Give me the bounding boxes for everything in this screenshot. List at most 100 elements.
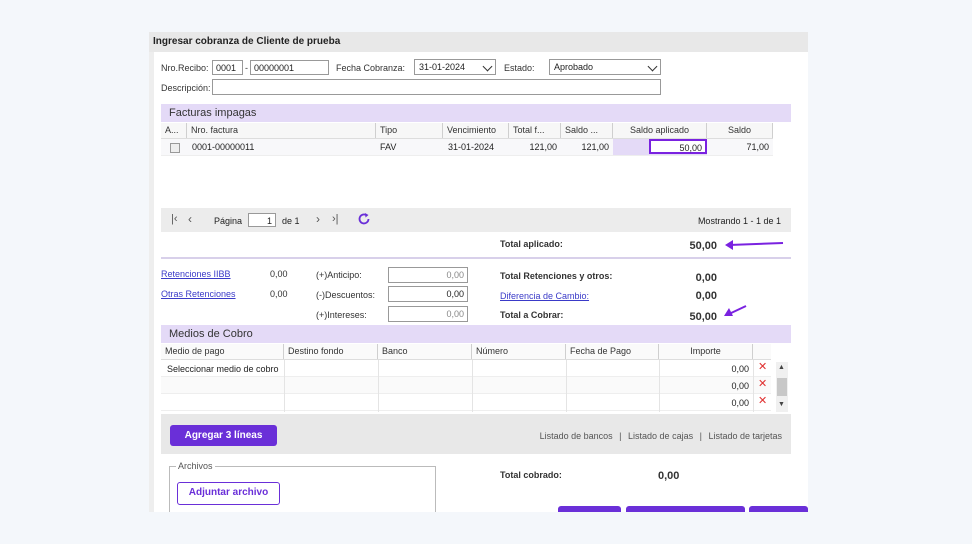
listado-cajas-link[interactable]: Listado de cajas <box>628 431 693 441</box>
delete-row-icon[interactable]: ✕ <box>758 362 767 373</box>
col-header-banco[interactable]: Banco <box>378 344 472 359</box>
fecha-cobranza-select[interactable]: 31-01-2024 <box>414 59 496 75</box>
col-header-numero[interactable]: Número <box>472 344 566 359</box>
prev-page-icon[interactable]: ‹ <box>188 212 192 226</box>
column-line <box>566 360 567 412</box>
chevron-down-icon <box>647 61 658 72</box>
showing-count: Mostrando 1 - 1 de 1 <box>697 216 781 226</box>
cell-saldo-prev: 121,00 <box>581 142 609 152</box>
archivos-legend: Archivos <box>176 461 215 471</box>
row-checkbox[interactable] <box>170 143 180 153</box>
adjuntar-archivo-button[interactable]: Adjuntar archivo <box>177 482 280 505</box>
descuentos-label: (-)Descuentos: <box>316 290 376 300</box>
listado-tarjetas-link[interactable]: Listado de tarjetas <box>708 431 782 441</box>
diferencia-cambio-value: 0,00 <box>695 290 717 302</box>
total-retenciones-value: 0,00 <box>695 272 717 284</box>
total-cobrado-label: Total cobrado: <box>500 470 562 480</box>
fecha-cobranza-value: 31-01-2024 <box>419 62 466 72</box>
saldo-aplicado-input[interactable]: 50,00 <box>649 139 707 154</box>
intereses-label: (+)Intereses: <box>316 310 367 320</box>
cell-tipo: FAV <box>380 142 397 152</box>
cell-importe: 0,00 <box>731 398 749 408</box>
col-header-saldo[interactable]: Saldo <box>707 123 773 138</box>
scroll-down-icon[interactable]: ▼ <box>778 401 785 408</box>
agregar-lineas-button[interactable]: Agregar 3 líneas <box>170 425 277 446</box>
anticipo-label: (+)Anticipo: <box>316 270 362 280</box>
col-header-saldo-aplicado[interactable]: Saldo aplicado <box>613 123 707 138</box>
last-page-icon[interactable]: ›| <box>332 213 339 225</box>
left-strip <box>149 52 154 512</box>
col-header-medio[interactable]: Medio de pago <box>161 344 284 359</box>
total-aplicado-value: 50,00 <box>689 240 717 252</box>
scroll-up-icon[interactable]: ▲ <box>778 364 785 371</box>
total-retenciones-label: Total Retenciones y otros: <box>500 271 613 281</box>
col-header-vencimiento[interactable]: Vencimiento <box>443 123 509 138</box>
listados-links: Listado de bancos | Listado de cajas | L… <box>540 431 782 441</box>
delete-row-icon[interactable]: ✕ <box>758 396 767 407</box>
fecha-cobranza-label: Fecha Cobranza: <box>336 63 406 73</box>
table-row[interactable]: 0,00 ✕ <box>161 377 771 394</box>
first-page-icon[interactable]: |‹ <box>171 213 178 225</box>
col-header-tipo[interactable]: Tipo <box>376 123 443 138</box>
nro-recibo-label: Nro.Recibo: <box>161 63 209 73</box>
nro-recibo-separator: - <box>245 63 248 73</box>
column-line <box>472 360 473 412</box>
column-line <box>284 360 285 412</box>
otras-retenciones-link[interactable]: Otras Retenciones <box>161 289 236 299</box>
arrow-annotation-icon <box>725 240 784 250</box>
column-line <box>659 360 660 412</box>
estado-value: Aprobado <box>554 62 594 72</box>
nro-recibo-prefix-input[interactable]: 0001 <box>212 60 243 75</box>
total-aplicado-label: Total aplicado: <box>500 239 563 249</box>
descripcion-label: Descripción: <box>161 83 211 93</box>
column-line <box>378 360 379 412</box>
anticipo-input[interactable]: 0,00 <box>388 267 468 283</box>
dialog-titlebar: Ingresar cobranza de Cliente de prueba <box>149 32 808 52</box>
total-cobrar-label: Total a Cobrar: <box>500 310 564 320</box>
descuentos-input[interactable]: 0,00 <box>388 286 468 302</box>
facturas-section-header: Facturas impagas <box>161 104 791 122</box>
page-label: Página <box>214 216 243 226</box>
table-row[interactable]: Seleccionar medio de cobro 0,00 ✕ <box>161 360 771 377</box>
refresh-icon[interactable] <box>357 212 371 226</box>
medios-scrollbar[interactable]: ▲ ▼ <box>776 362 788 412</box>
cell-medio-pago[interactable]: Seleccionar medio de cobro <box>167 364 279 374</box>
col-header-total[interactable]: Total f... <box>509 123 561 138</box>
medios-actions-bar: Agregar 3 líneas Listado de bancos | Lis… <box>161 414 791 454</box>
delete-row-icon[interactable]: ✕ <box>758 379 767 390</box>
cell-importe: 0,00 <box>731 364 749 374</box>
facturas-table-header: A... Nro. factura Tipo Vencimiento Total… <box>161 123 773 139</box>
medios-table-header: Medio de pago Destino fondo Banco Número… <box>161 344 771 360</box>
col-header-saldo-prev[interactable]: Saldo ... <box>561 123 613 138</box>
listado-bancos-link[interactable]: Listado de bancos <box>540 431 613 441</box>
total-cobrar-value: 50,00 <box>689 311 717 323</box>
dialog-title: Ingresar cobranza de Cliente de prueba <box>153 36 341 47</box>
intereses-input[interactable]: 0,00 <box>388 306 468 322</box>
retenciones-iibb-value: 0,00 <box>270 269 288 279</box>
diferencia-cambio-link[interactable]: Diferencia de Cambio: <box>500 291 589 301</box>
link-separator: | <box>699 431 702 441</box>
cell-nro-factura: 0001-00000011 <box>192 142 255 152</box>
descripcion-input[interactable] <box>212 79 661 95</box>
footer-button[interactable] <box>558 506 621 512</box>
page-number-input[interactable]: 1 <box>248 213 276 227</box>
estado-select[interactable]: Aprobado <box>549 59 661 75</box>
col-header-a[interactable]: A... <box>161 123 187 138</box>
footer-button[interactable] <box>749 506 808 512</box>
scroll-thumb[interactable] <box>777 378 787 396</box>
next-page-icon[interactable]: › <box>316 212 320 226</box>
col-header-nro[interactable]: Nro. factura <box>187 123 376 138</box>
chevron-down-icon <box>482 61 493 72</box>
page-of-label: de 1 <box>282 216 300 226</box>
col-header-importe[interactable]: Importe <box>659 344 753 359</box>
section-divider <box>161 257 791 259</box>
col-header-fecha[interactable]: Fecha de Pago <box>566 344 659 359</box>
estado-label: Estado: <box>504 63 535 73</box>
nro-recibo-number-input[interactable]: 00000001 <box>250 60 329 75</box>
table-row[interactable]: 0001-00000011 FAV 31-01-2024 121,00 121,… <box>161 139 773 156</box>
arrow-annotation-icon <box>724 305 747 316</box>
footer-button[interactable] <box>626 506 745 512</box>
table-row[interactable]: 0,00 ✕ <box>161 394 771 411</box>
retenciones-iibb-link[interactable]: Retenciones IIBB <box>161 269 231 279</box>
col-header-destino[interactable]: Destino fondo <box>284 344 378 359</box>
